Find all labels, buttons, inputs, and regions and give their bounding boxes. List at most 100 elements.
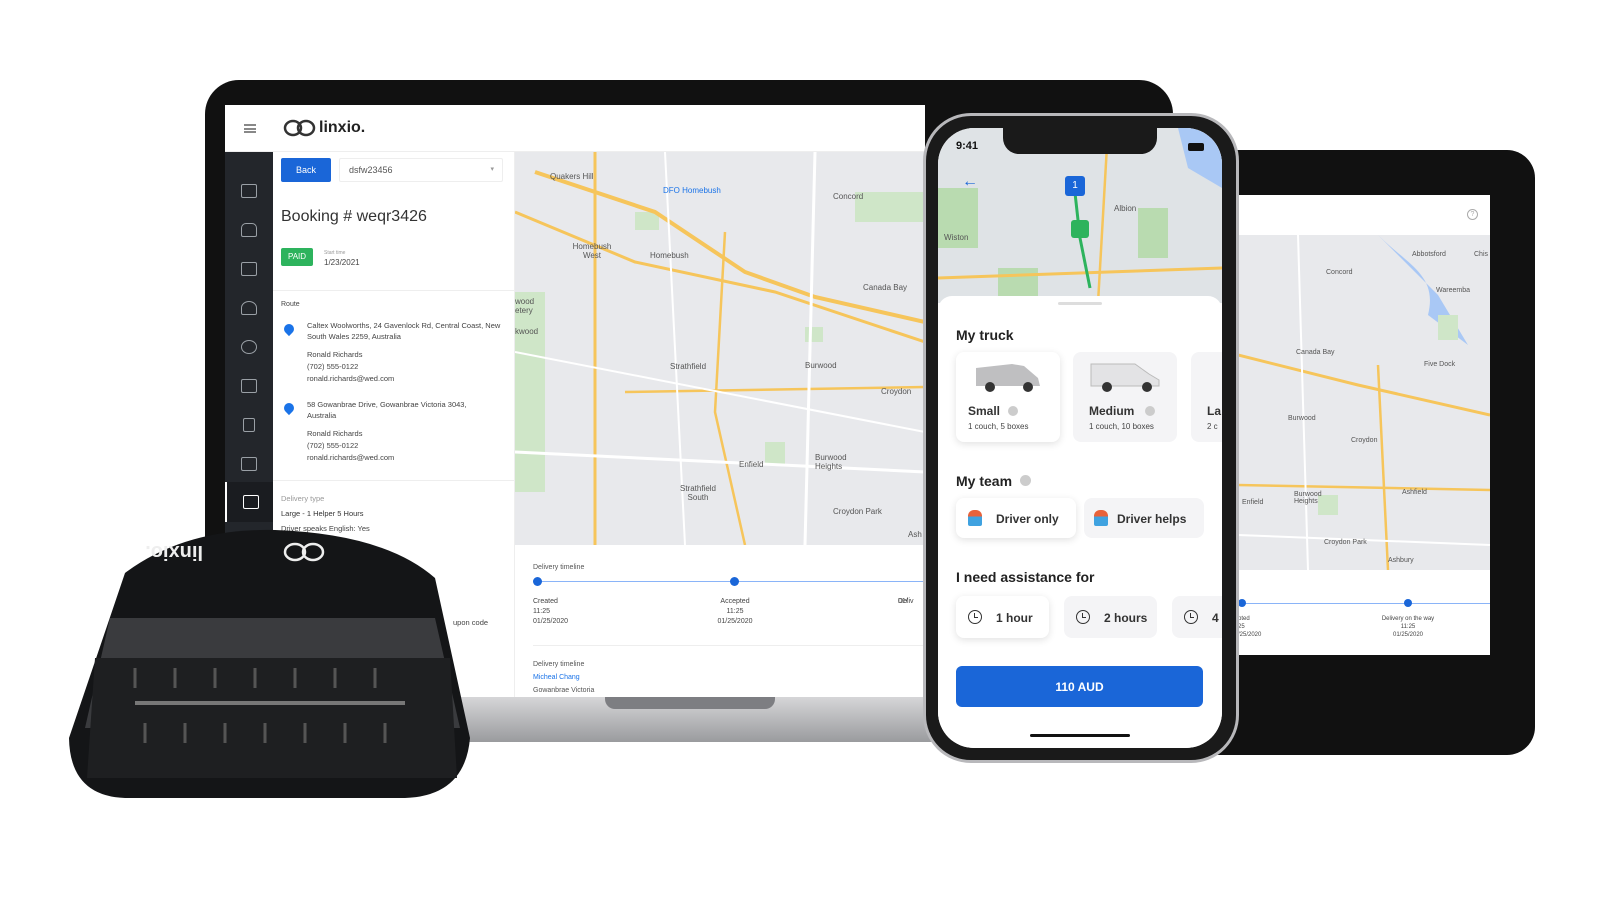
- signal-wifi-battery-icon: [1160, 143, 1204, 151]
- map-label: Burwood: [1288, 415, 1316, 422]
- vehicle-select-value: dsfw23456: [349, 165, 393, 175]
- step-created: Created 11:25 01/25/2020: [533, 597, 568, 627]
- team-option-driver-helps[interactable]: Driver helps: [1084, 498, 1204, 538]
- route-marker: 1: [1065, 176, 1085, 196]
- back-button[interactable]: Back: [281, 158, 331, 182]
- map-label: Chis: [1474, 251, 1489, 258]
- tablet-map[interactable]: Abbotsford Chis Concord Wareemba Canada …: [1238, 235, 1490, 570]
- stop-1-phone: (702) 555-0122: [307, 362, 359, 371]
- route-map[interactable]: Quakers Hill DFO Homebush Concord Homebu…: [515, 152, 925, 545]
- app-logo: linxio.: [319, 119, 366, 136]
- timeline-dot: [730, 577, 739, 586]
- timeline-title: Delivery timeline: [533, 564, 585, 571]
- tablet-step: Delivery on the way 11:25 01/25/2020: [1368, 615, 1448, 639]
- step-date: 01/25/2020: [717, 618, 753, 625]
- start-time-label: Start time: [324, 250, 346, 256]
- price-button[interactable]: 110 AUD: [956, 666, 1203, 707]
- assist-option-2-hours[interactable]: 2 hours: [1064, 596, 1157, 638]
- device-logo: linxio.: [145, 541, 203, 563]
- app-header: linxio.: [225, 105, 925, 152]
- user-icon[interactable]: [241, 301, 257, 315]
- timeline-dot: [533, 577, 542, 586]
- step-accepted: Accepted 11:25 01/25/2020: [710, 597, 760, 627]
- assist-label: 4: [1212, 611, 1219, 625]
- truck-marker-icon: [1071, 220, 1089, 238]
- chevron-down-icon: ▾: [490, 166, 494, 173]
- stop-2-name: Ronald Richards: [307, 429, 363, 438]
- accessibility-icon[interactable]: [241, 340, 257, 354]
- info-icon[interactable]: [1008, 406, 1018, 416]
- clock-icon: [1184, 610, 1198, 624]
- booking-title: Booking # weqr3426: [281, 208, 427, 225]
- paid-badge: PAID: [281, 248, 313, 266]
- map-label: DFO Homebush: [663, 186, 721, 195]
- delivery-type-value: Large - 1 Helper 5 Hours: [281, 509, 364, 518]
- delivery-timeline: Delivery timeline Created 11:25 01/25/2020…: [515, 545, 925, 697]
- phone-map[interactable]: 9:41 ← 1 Wiston Albion: [938, 128, 1222, 303]
- stop-2-address: 58 Gowanbrae Drive, Gowanbrae Victoria 3…: [307, 400, 467, 420]
- menu-icon[interactable]: [244, 124, 256, 133]
- calendar-icon[interactable]: [241, 379, 257, 393]
- map-label: Canada Bay: [1296, 349, 1335, 356]
- truck-desc: 1 couch, 5 boxes: [968, 422, 1029, 431]
- sidebar-item-bookings-active[interactable]: [225, 482, 273, 522]
- step-label: Accepted: [720, 598, 750, 605]
- truck-option-medium[interactable]: Medium 1 couch, 10 boxes: [1073, 352, 1177, 442]
- team-option-driver-only[interactable]: Driver only: [956, 498, 1076, 538]
- map-label: Wiston: [944, 233, 969, 242]
- map-label: Croydon Park: [1324, 539, 1367, 546]
- timeline-dot: [1404, 599, 1412, 607]
- map-label: Albion: [1114, 204, 1137, 213]
- map-label: Five Dock: [1424, 361, 1456, 368]
- driver-link[interactable]: Micheal Chang: [533, 674, 580, 681]
- step-label: Delivery on the way: [1381, 616, 1435, 622]
- location-pin-icon: [281, 321, 297, 337]
- map-label: Strathfield South: [679, 484, 717, 502]
- document-icon[interactable]: [243, 418, 255, 432]
- sheet-handle[interactable]: [1058, 302, 1102, 305]
- truck-option-small[interactable]: Small 1 couch, 5 boxes: [956, 352, 1060, 442]
- step-label: pted: [1238, 616, 1250, 622]
- driver-location: Gowanbrae Victoria: [533, 687, 595, 694]
- truck-option-large[interactable]: La 2 c: [1191, 352, 1222, 442]
- truck-name: La: [1207, 404, 1222, 418]
- driver-icon: [968, 510, 982, 526]
- tablet-screen: ? Abbotsford Chis Concord Wareemba Canad…: [1238, 195, 1490, 655]
- map-label: Burwood Heights: [815, 453, 847, 471]
- assist-option-1-hour[interactable]: 1 hour: [956, 596, 1049, 638]
- fuel-icon[interactable]: [241, 262, 257, 276]
- help-icon[interactable]: ?: [1467, 209, 1478, 220]
- back-arrow-icon[interactable]: ←: [962, 174, 978, 190]
- assist-title: I need assistance for: [956, 569, 1095, 585]
- phone-screen: 9:41 ← 1 Wiston Albion My truck Small 1 …: [938, 128, 1222, 748]
- assist-option-4-hours[interactable]: 4: [1172, 596, 1222, 638]
- timeline-track: [1238, 603, 1490, 604]
- step-date: /25/2020: [1238, 632, 1262, 638]
- stop-2-phone: (702) 555-0122: [307, 441, 359, 450]
- phone-notch: [1003, 128, 1157, 154]
- info-icon[interactable]: [1020, 475, 1031, 486]
- map-label: Enfield: [739, 460, 764, 469]
- step-date: 01/25/2020: [1392, 632, 1424, 638]
- vehicle-select[interactable]: dsfw23456 ▾: [339, 158, 503, 182]
- driver-icon: [1094, 510, 1108, 526]
- info-icon[interactable]: [1145, 406, 1155, 416]
- devices-icon[interactable]: [241, 457, 257, 471]
- team-label: Driver helps: [1117, 512, 1187, 526]
- van-icon: [1090, 363, 1160, 392]
- car-icon[interactable]: [241, 223, 257, 237]
- timeline-dot: [1238, 599, 1246, 607]
- stop-1-name: Ronald Richards: [307, 350, 363, 359]
- map-icon[interactable]: [241, 184, 257, 198]
- truck-name: Small: [968, 404, 1001, 418]
- map-roads: [1238, 235, 1490, 570]
- map-label: Wareemba: [1436, 287, 1470, 294]
- step-time: 25: [1238, 624, 1245, 630]
- map-roads: [938, 128, 1222, 303]
- step-delivered: Deliv 01/: [898, 597, 914, 607]
- step-time: 11:25: [726, 608, 744, 615]
- map-label: Ashbury: [1388, 557, 1414, 564]
- stop-1-address: Caltex Woolworths, 24 Gavenlock Rd, Cent…: [307, 321, 501, 341]
- divider: [273, 290, 515, 291]
- map-label: Abbotsford: [1412, 251, 1446, 258]
